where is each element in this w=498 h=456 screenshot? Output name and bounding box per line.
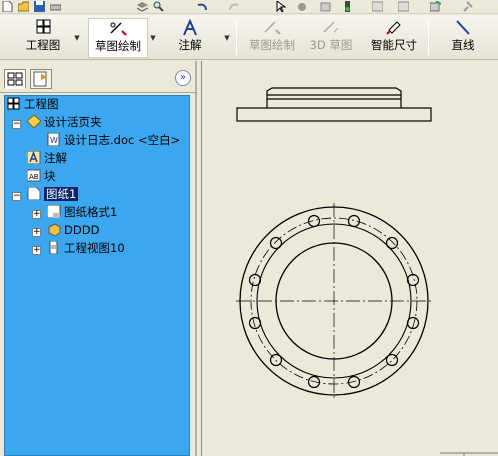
tree-root-drawing[interactable]: 工程图 <box>7 96 59 113</box>
word-document-icon: W <box>47 133 60 146</box>
quick-access-toolbar <box>0 0 498 14</box>
search-icon[interactable] <box>153 1 164 12</box>
block-icon: AB <box>27 169 41 182</box>
drawing-canvas[interactable] <box>201 61 498 456</box>
flange-drawing <box>236 87 498 456</box>
engineering-drawing-tab[interactable]: 工程图 <box>20 18 66 58</box>
drawing-view-icon <box>49 241 58 254</box>
dddd-label: DDDD <box>64 223 100 237</box>
svg-text:AB: AB <box>29 173 39 181</box>
sketch-3d-icon <box>323 21 339 33</box>
tree-item-sheet-format[interactable]: 图纸格式1 <box>47 204 117 221</box>
engineering-drawing-label: 工程图 <box>25 38 61 52</box>
help-icon[interactable] <box>429 0 442 12</box>
line-button[interactable]: 直线 <box>445 18 481 58</box>
sheet-format-icon <box>47 205 61 218</box>
flange-front-view <box>236 87 432 122</box>
tab-feature-tree[interactable] <box>4 69 26 89</box>
window-icon[interactable] <box>371 1 384 12</box>
sheet-format-label: 图纸格式1 <box>64 205 118 219</box>
sketch-tab[interactable]: 草图绘制 <box>88 18 148 58</box>
command-manager: 工程图 ▼ 草图绘制 ▼ 注解 ▼ 草图绘制 3D 草图 智能尺寸 直线 <box>0 15 498 60</box>
tree-item-dddd[interactable]: DDDD <box>47 222 99 239</box>
line-icon <box>456 20 470 35</box>
expand-toggle[interactable]: + <box>32 246 41 255</box>
sketch-label: 草图绘制 <box>95 39 141 53</box>
sheet-icon <box>27 187 41 200</box>
solidworks-window: 工程图 ▼ 草图绘制 ▼ 注解 ▼ 草图绘制 3D 草图 智能尺寸 直线 » 工… <box>0 0 498 456</box>
drawing-view-label: 工程视图10 <box>64 241 125 255</box>
sketch-disabled-button[interactable]: 草图绘制 <box>244 18 300 58</box>
sketch-disabled-label: 草图绘制 <box>249 38 295 52</box>
open-folder-icon[interactable] <box>17 1 30 12</box>
feature-tree: 工程图 − 设计活页夹 W 设计日志.doc <空白> 注解 AB 块 − 图纸1 … <box>4 95 190 456</box>
options-icon[interactable] <box>320 1 331 12</box>
engineering-drawing-dropdown[interactable]: ▼ <box>72 18 82 58</box>
part-icon <box>48 223 61 236</box>
expand-toggle[interactable]: + <box>32 228 41 237</box>
drawing-sheet-icon <box>36 19 51 34</box>
tree-item-annotations[interactable]: 注解 <box>27 150 67 167</box>
layers-icon[interactable] <box>136 1 149 12</box>
tree-item-design-binder[interactable]: 设计活页夹 <box>27 114 102 131</box>
toolbar-separator <box>428 21 429 55</box>
pin-icon[interactable] <box>462 1 473 12</box>
sketch-grey-icon <box>264 21 281 35</box>
toolbar-separator <box>236 21 237 55</box>
feature-tree-icon <box>7 72 23 86</box>
tile-icon[interactable] <box>397 1 410 12</box>
property-manager-icon <box>33 71 47 87</box>
collapse-toggle[interactable]: − <box>12 192 21 201</box>
collapse-toggle[interactable]: − <box>12 120 21 129</box>
panel-tabs: » <box>0 61 197 93</box>
collapse-panel-icon[interactable]: » <box>175 70 191 86</box>
new-file-icon[interactable] <box>2 0 13 13</box>
traffic-light-icon[interactable] <box>342 1 353 12</box>
annotation-a-icon <box>183 18 197 36</box>
save-icon[interactable] <box>34 1 45 12</box>
expand-toggle[interactable]: + <box>32 210 41 219</box>
smart-dimension-icon <box>386 21 401 35</box>
design-log-label: 设计日志.doc <空白> <box>64 133 181 147</box>
sketch-3d-label: 3D 草图 <box>309 38 353 52</box>
sketch-dropdown[interactable]: ▼ <box>148 18 158 58</box>
redo-icon[interactable] <box>229 1 240 12</box>
annotation-label: 注解 <box>178 38 202 52</box>
rebuild-icon[interactable] <box>297 1 308 12</box>
annotation-a-icon <box>27 151 41 164</box>
undo-icon[interactable] <box>196 1 207 12</box>
smart-dimension-button[interactable]: 智能尺寸 <box>366 18 422 58</box>
tree-root-label: 工程图 <box>24 97 59 111</box>
tree-item-sheet1[interactable]: 图纸1 <box>27 186 79 203</box>
tree-item-blocks[interactable]: AB 块 <box>27 168 56 185</box>
svg-text:W: W <box>50 136 58 145</box>
annotation-dropdown[interactable]: ▼ <box>222 18 232 58</box>
annotations-label: 注解 <box>44 151 67 165</box>
smart-dimension-label: 智能尺寸 <box>371 38 417 52</box>
tree-item-drawing-view[interactable]: 工程视图10 <box>47 240 125 257</box>
binder-icon <box>27 115 41 128</box>
sketch-icon <box>110 22 127 36</box>
tab-property-manager[interactable] <box>30 69 52 89</box>
feature-manager-panel: » 工程图 − 设计活页夹 W 设计日志.doc <空白> 注解 AB 块 − 图纸… <box>0 61 197 456</box>
drawing-root-icon <box>7 97 20 110</box>
design-binder-label: 设计活页夹 <box>44 115 102 129</box>
sketch-3d-button[interactable]: 3D 草图 <box>306 18 356 58</box>
sheet-label: 图纸1 <box>44 187 79 201</box>
select-pointer-icon[interactable] <box>275 0 287 13</box>
flange-top-view <box>236 203 432 399</box>
annotation-tab[interactable]: 注解 <box>170 18 210 58</box>
tree-item-design-log[interactable]: W 设计日志.doc <空白> <box>47 132 180 149</box>
blocks-label: 块 <box>44 169 56 183</box>
line-label: 直线 <box>451 38 475 52</box>
print-icon[interactable] <box>49 1 62 12</box>
